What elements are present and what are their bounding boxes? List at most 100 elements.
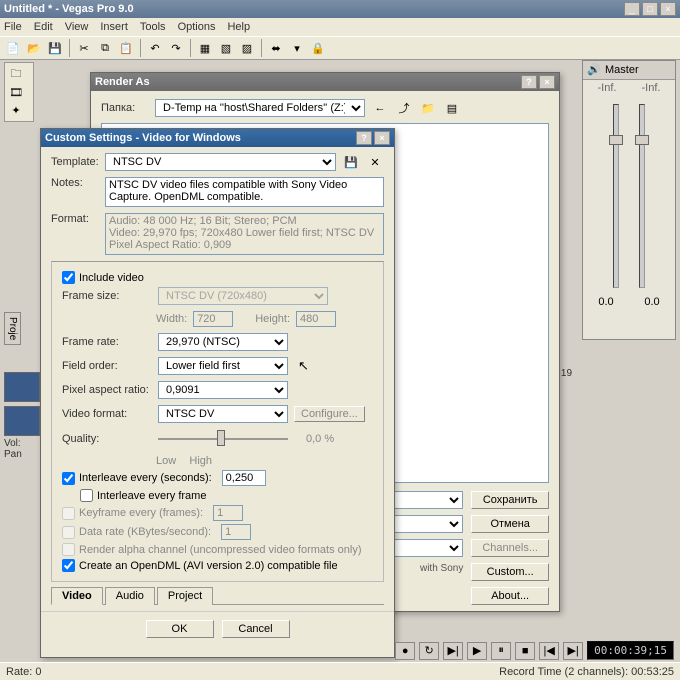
- template-label: Template:: [51, 156, 99, 168]
- render-close-button[interactable]: ×: [539, 75, 555, 89]
- quality-slider: [158, 429, 288, 449]
- lock-icon[interactable]: 🔒: [309, 39, 327, 57]
- quality-value: 0,0 %: [306, 433, 334, 445]
- open-icon[interactable]: 📂: [25, 39, 43, 57]
- menu-insert[interactable]: Insert: [100, 21, 128, 33]
- custom-title: Custom Settings - Video for Windows: [45, 132, 241, 144]
- tab-bar: Video Audio Project: [51, 586, 384, 605]
- stop-button[interactable]: ■: [515, 642, 535, 660]
- save-template-icon[interactable]: 💾: [342, 153, 360, 171]
- close-button[interactable]: ×: [660, 2, 676, 16]
- fader-val-r: 0.0: [644, 296, 659, 308]
- menu-options[interactable]: Options: [178, 21, 216, 33]
- copy-icon[interactable]: ⧉: [96, 39, 114, 57]
- quality-high: High: [189, 455, 212, 467]
- tab-video[interactable]: Video: [51, 587, 103, 605]
- rectime-label: Record Time (2 channels): 00:53:25: [499, 666, 674, 678]
- interleave-frame-label: Interleave every frame: [97, 490, 206, 502]
- cancel-render-button[interactable]: Отмена: [471, 515, 549, 533]
- menu-view[interactable]: View: [65, 21, 89, 33]
- paste-icon[interactable]: 📋: [117, 39, 135, 57]
- up-icon[interactable]: ⤴: [395, 99, 413, 117]
- notes-label: Notes:: [51, 177, 99, 189]
- tool2-icon[interactable]: ▧: [217, 39, 235, 57]
- interleave-input[interactable]: [222, 470, 266, 486]
- newfolder-icon[interactable]: 📁: [419, 99, 437, 117]
- back-icon[interactable]: ←: [371, 99, 389, 117]
- vol-label: Vol:: [4, 438, 40, 449]
- custom-help-button[interactable]: ?: [356, 131, 372, 145]
- next-button[interactable]: ▶|: [563, 642, 583, 660]
- app-title: Untitled * - Vegas Pro 9.0: [4, 3, 134, 15]
- menu-tools[interactable]: Tools: [140, 21, 166, 33]
- field-order-select[interactable]: Lower field first: [158, 357, 288, 375]
- play-start-button[interactable]: ▶|: [443, 642, 463, 660]
- project-tab[interactable]: Proje: [4, 312, 21, 345]
- template-select[interactable]: NTSC DV: [105, 153, 336, 171]
- undo-icon[interactable]: ↶: [146, 39, 164, 57]
- save-button[interactable]: Сохранить: [471, 491, 549, 509]
- fader-right[interactable]: [639, 104, 645, 288]
- include-video-check[interactable]: [62, 271, 75, 284]
- notes-textarea[interactable]: NTSC DV video files compatible with Sony…: [105, 177, 384, 207]
- configure-button[interactable]: Configure...: [294, 406, 365, 422]
- prev-button[interactable]: |◀: [539, 642, 559, 660]
- channels-button: Channels...: [471, 539, 549, 557]
- save-icon[interactable]: 💾: [46, 39, 64, 57]
- interleave-frame-check[interactable]: [80, 489, 93, 502]
- cut-icon[interactable]: ✂: [75, 39, 93, 57]
- maximize-button[interactable]: □: [642, 2, 658, 16]
- master-label: Master: [605, 64, 639, 76]
- custom-button[interactable]: Custom...: [471, 563, 549, 581]
- ok-button[interactable]: OK: [146, 620, 214, 638]
- explorer-icon[interactable]: 🗀: [7, 65, 25, 83]
- video-format-label: Video format:: [62, 408, 152, 420]
- new-icon[interactable]: 📄: [4, 39, 22, 57]
- about-button[interactable]: About...: [471, 587, 549, 605]
- width-label: Width:: [156, 313, 187, 325]
- fader-val-l: 0.0: [598, 296, 613, 308]
- menu-file[interactable]: File: [4, 21, 22, 33]
- views-icon[interactable]: ▤: [443, 99, 461, 117]
- play-button[interactable]: ▶: [467, 642, 487, 660]
- tab-project[interactable]: Project: [157, 587, 213, 605]
- opendml-check[interactable]: [62, 559, 75, 572]
- folder-label: Папка:: [101, 102, 149, 114]
- status-bar: Rate: 0 Record Time (2 channels): 00:53:…: [0, 662, 680, 680]
- custom-close-button[interactable]: ×: [374, 131, 390, 145]
- snap-icon[interactable]: ⬌: [267, 39, 285, 57]
- video-format-select[interactable]: NTSC DV: [158, 405, 288, 423]
- media-icon[interactable]: 🎞: [7, 83, 25, 101]
- marker-icon[interactable]: ▾: [288, 39, 306, 57]
- pause-button[interactable]: ⏸: [491, 642, 511, 660]
- tab-audio[interactable]: Audio: [105, 587, 155, 605]
- par-select[interactable]: 0,9091: [158, 381, 288, 399]
- width-input: [193, 311, 233, 327]
- cancel-button[interactable]: Cancel: [222, 620, 290, 638]
- master-panel: 🔊 Master -Inf. -Inf. 0.0 0.0: [582, 60, 676, 340]
- menu-help[interactable]: Help: [227, 21, 250, 33]
- custom-settings-dialog: Custom Settings - Video for Windows ? × …: [40, 128, 395, 658]
- redo-icon[interactable]: ↷: [167, 39, 185, 57]
- height-label: Height:: [255, 313, 290, 325]
- minimize-button[interactable]: _: [624, 2, 640, 16]
- audio-track-header[interactable]: [4, 406, 40, 436]
- format-label: Format:: [51, 213, 99, 225]
- folder-select[interactable]: D-Temp на ''host\Shared Folders'' (Z:): [155, 99, 365, 117]
- rec-button[interactable]: ●: [395, 642, 415, 660]
- frame-rate-label: Frame rate:: [62, 336, 152, 348]
- render-help-button[interactable]: ?: [521, 75, 537, 89]
- loop-button[interactable]: ↻: [419, 642, 439, 660]
- quality-label: Quality:: [62, 433, 152, 445]
- frame-rate-select[interactable]: 29,970 (NTSC): [158, 333, 288, 351]
- delete-template-icon[interactable]: ✕: [366, 153, 384, 171]
- interleave-sec-check[interactable]: [62, 472, 75, 485]
- tool-icon[interactable]: ▦: [196, 39, 214, 57]
- tool3-icon[interactable]: ▨: [238, 39, 256, 57]
- cursor-icon: ↖: [298, 358, 309, 374]
- meter-label-r: -Inf.: [642, 82, 661, 94]
- fx-icon[interactable]: ✦: [7, 101, 25, 119]
- menu-edit[interactable]: Edit: [34, 21, 53, 33]
- video-track-header[interactable]: [4, 372, 40, 402]
- fader-left[interactable]: [613, 104, 619, 288]
